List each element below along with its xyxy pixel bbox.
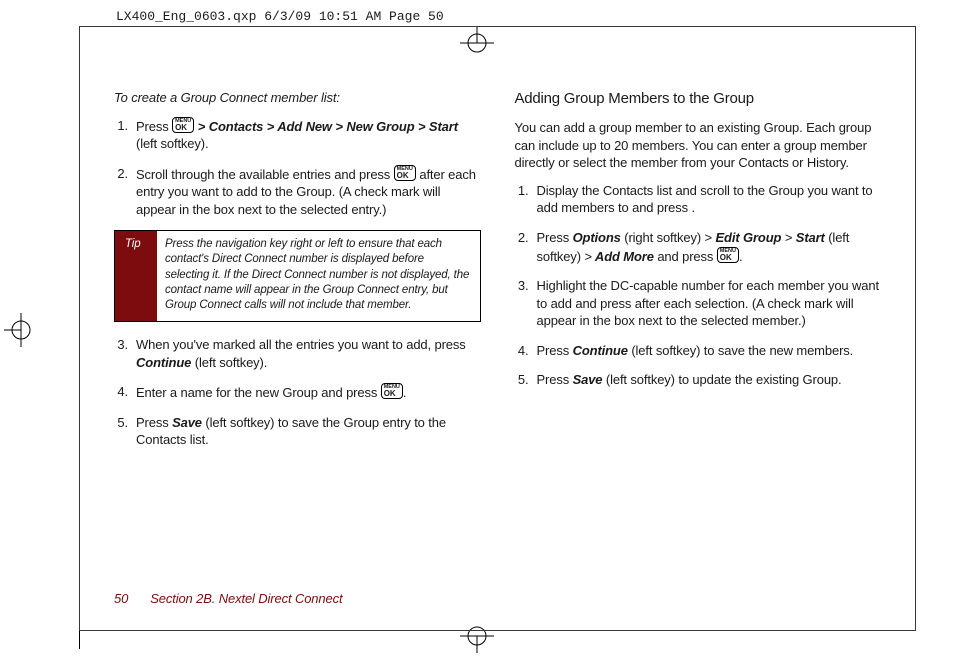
em: Save <box>172 415 202 430</box>
list-item: 1. Press MENUOK > Contacts > Add New > N… <box>114 117 481 153</box>
step-text: Display the Contacts list and scroll to … <box>537 182 882 217</box>
step-number: 4. <box>515 342 529 360</box>
text-run: (left softkey). <box>191 355 267 370</box>
step-number: 2. <box>515 229 529 265</box>
text-run: and press <box>654 249 717 264</box>
right-paragraph: You can add a group member to an existin… <box>515 119 882 172</box>
list-item: 3. When you've marked all the entries yo… <box>114 336 481 371</box>
left-steps-a: 1. Press MENUOK > Contacts > Add New > N… <box>114 117 481 219</box>
proof-header: LX400_Eng_0603.qxp 6/3/09 10:51 AM Page … <box>116 8 444 26</box>
em: Add More <box>592 249 654 264</box>
em: Edit Group <box>712 230 785 245</box>
step-number: 3. <box>114 336 128 371</box>
step-text: Press Save (left softkey) to save the Gr… <box>136 414 481 449</box>
text-run: Press <box>136 415 172 430</box>
text-run: (right softkey) <box>621 230 705 245</box>
text-run: (left softkey) to update the existing Gr… <box>602 372 841 387</box>
text-run: . <box>403 385 406 400</box>
spine-mark-bottom <box>79 631 80 649</box>
page-number: 50 <box>114 590 128 608</box>
list-item: 5. Press Save (left softkey) to save the… <box>114 414 481 449</box>
list-item: 2. Scroll through the available entries … <box>114 165 481 219</box>
step-number: 2. <box>114 165 128 219</box>
page-frame: To create a Group Connect member list: 1… <box>79 26 916 631</box>
step-text: Scroll through the available entries and… <box>136 165 481 219</box>
left-column: To create a Group Connect member list: 1… <box>114 89 481 461</box>
ok-key-icon: MENUOK <box>717 247 739 263</box>
em: Save <box>573 372 603 387</box>
menu-path: > Contacts > Add New > New Group > Start <box>194 119 458 134</box>
step-text: Press Options (right softkey) > Edit Gro… <box>537 229 882 265</box>
step-text: When you've marked all the entries you w… <box>136 336 481 371</box>
list-item: 1. Display the Contacts list and scroll … <box>515 182 882 217</box>
list-item: 3. Highlight the DC-capable number for e… <box>515 277 882 330</box>
list-item: 2. Press Options (right softkey) > Edit … <box>515 229 882 265</box>
step-text: Highlight the DC-capable number for each… <box>537 277 882 330</box>
ok-key-icon: MENUOK <box>381 383 403 399</box>
text-run: (left softkey). <box>136 136 208 151</box>
footer-section: Section 2B. Nextel Direct Connect <box>150 591 342 606</box>
list-item: 4. Enter a name for the new Group and pr… <box>114 383 481 402</box>
right-column: Adding Group Members to the Group You ca… <box>515 89 882 461</box>
page-footer: 50 Section 2B. Nextel Direct Connect <box>114 590 342 608</box>
right-steps: 1. Display the Contacts list and scroll … <box>515 182 882 389</box>
left-steps-b: 3. When you've marked all the entries yo… <box>114 336 481 449</box>
right-heading: Adding Group Members to the Group <box>515 89 882 109</box>
text-run: Enter a name for the new Group and press <box>136 385 381 400</box>
em: Start <box>792 230 824 245</box>
step-number: 1. <box>515 182 529 217</box>
ok-key-icon: MENUOK <box>394 165 416 181</box>
ok-key-icon: MENUOK <box>172 117 194 133</box>
sep: > <box>584 249 591 264</box>
step-number: 5. <box>515 371 529 389</box>
step-text: Press Continue (left softkey) to save th… <box>537 342 882 360</box>
text-run: Press <box>537 343 573 358</box>
crop-mark-left <box>4 313 38 347</box>
text-run: Press <box>537 372 573 387</box>
step-text: Press MENUOK > Contacts > Add New > New … <box>136 117 481 153</box>
em: Continue <box>136 355 191 370</box>
step-number: 5. <box>114 414 128 449</box>
step-number: 4. <box>114 383 128 402</box>
text-run: . <box>739 249 742 264</box>
list-item: 5. Press Save (left softkey) to update t… <box>515 371 882 389</box>
step-text: Enter a name for the new Group and press… <box>136 383 481 402</box>
text-run: Press <box>136 119 172 134</box>
tip-box: Tip Press the navigation key right or le… <box>114 230 481 322</box>
text-run: Press <box>537 230 573 245</box>
em: Continue <box>573 343 628 358</box>
em: Options <box>573 230 621 245</box>
tip-text: Press the navigation key right or left t… <box>157 231 480 321</box>
text-run: (left softkey) to save the new members. <box>628 343 853 358</box>
list-item: 4. Press Continue (left softkey) to save… <box>515 342 882 360</box>
step-text: Press Save (left softkey) to update the … <box>537 371 882 389</box>
step-number: 1. <box>114 117 128 153</box>
step-number: 3. <box>515 277 529 330</box>
sep: > <box>705 230 712 245</box>
tip-label: Tip <box>115 231 157 321</box>
text-run: Scroll through the available entries and… <box>136 167 394 182</box>
left-intro: To create a Group Connect member list: <box>114 89 481 107</box>
text-run: When you've marked all the entries you w… <box>136 337 466 352</box>
